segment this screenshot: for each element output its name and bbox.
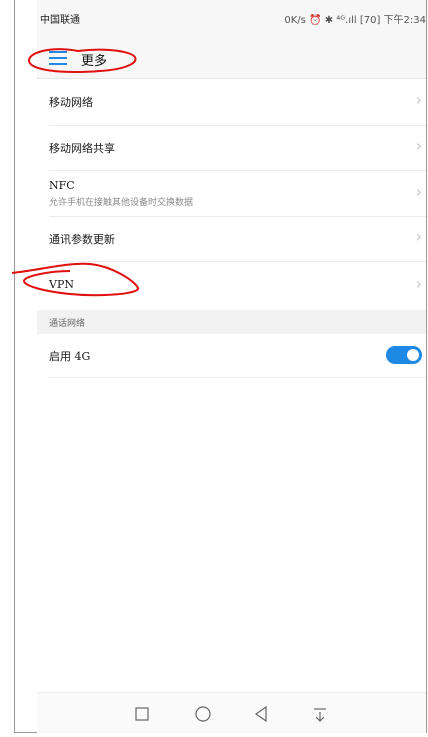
list-item-label: VPN (49, 278, 74, 291)
enable-4g-toggle[interactable] (386, 346, 422, 364)
screen: 中国联通 0K/s ⏰ ✱ ⁴ᴳ.ıll [70] 下午2:34 更多 移动网络… (37, 0, 426, 733)
status-icons: 0K/s ⏰ ✱ ⁴ᴳ.ıll [70] 下午2:34 (284, 15, 426, 26)
chevron-right-icon: › (415, 227, 422, 246)
chevron-right-icon: › (415, 182, 422, 201)
page-title: 更多 (81, 54, 108, 69)
toggle-label: 启用 4G (49, 350, 91, 363)
triangle-back-icon[interactable] (250, 703, 272, 725)
status-bar: 中国联通 0K/s ⏰ ✱ ⁴ᴳ.ıll [70] 下午2:34 (37, 0, 426, 32)
app-bar: 更多 (37, 32, 426, 79)
list-item-tethering[interactable]: 移动网络共享 › (49, 125, 426, 171)
toggle-row-4g: 启用 4G (49, 334, 426, 378)
navigation-bar (37, 692, 426, 733)
list-item-subtitle: 允许手机在接触其他设备时交换数据 (49, 198, 194, 208)
chevron-right-icon: › (415, 90, 422, 109)
notification-down-icon[interactable] (309, 703, 331, 725)
list-item-label: 移动网络共享 (49, 142, 115, 155)
section-title: 通话网络 (49, 319, 86, 329)
section-header: 通话网络 (37, 310, 426, 334)
list-item-comm-params[interactable]: 通讯参数更新 › (49, 216, 426, 262)
toggle-knob (407, 349, 419, 361)
circle-home-icon[interactable] (192, 703, 214, 725)
list-item-mobile-network[interactable]: 移动网络 › (49, 78, 426, 126)
chevron-right-icon: › (415, 136, 422, 155)
carrier-label: 中国联通 (40, 15, 80, 26)
list-item-vpn[interactable]: VPN › (49, 261, 426, 310)
list-item-nfc[interactable]: NFC 允许手机在接触其他设备时交换数据 › (49, 170, 426, 217)
list-item-label: 通讯参数更新 (49, 233, 115, 246)
list-item-label: 移动网络 (49, 96, 93, 109)
chevron-right-icon: › (415, 274, 422, 293)
list-item-label: NFC (49, 179, 75, 192)
menu-icon[interactable] (49, 51, 67, 65)
square-recent-icon[interactable] (131, 703, 153, 725)
